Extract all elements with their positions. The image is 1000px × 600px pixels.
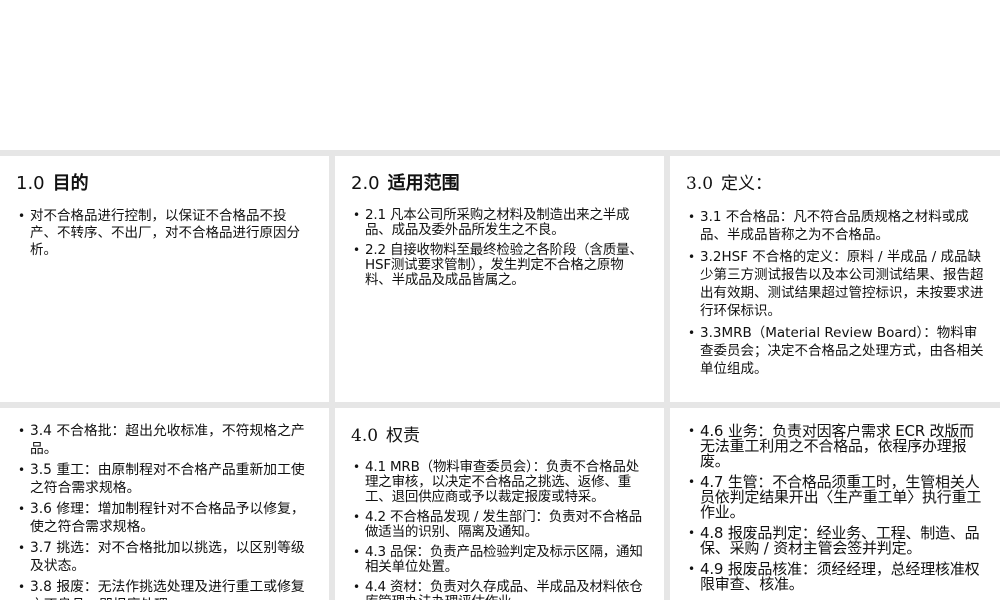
- list-item: 4.3 品保：负责产品检验判定及标示区隔，通知相关单位处置。: [351, 545, 648, 575]
- section-title: 适用范围: [387, 173, 460, 194]
- section-number: 4.0: [351, 426, 379, 446]
- section-purpose: 1.0 目的 对不合格品进行控制，以保证不合格品不投产、不转序、不出厂，对不合格品…: [0, 156, 329, 402]
- section-definitions: 3.0 定义： 3.1 不合格品：凡不符合品质规格之材料或成品、半成品皆称之为不合…: [670, 156, 1000, 402]
- bullet-list: 对不合格品进行控制，以保证不合格品不投产、不转序、不出厂，对不合格品进行原因分析…: [16, 208, 313, 259]
- list-item: 2.2 自接收物料至最终检验之各阶段（含质量、HSF测试要求管制），发生判定不合…: [351, 243, 648, 288]
- list-item: 4.4 资材：负责对久存成品、半成品及材料依仓库管理办法办理评估作业。: [351, 580, 648, 600]
- section-scope: 2.0 适用范围 2.1 凡本公司所采购之材料及制造出来之半成品、成品及委外品所发…: [335, 156, 664, 402]
- section-responsibilities-continued: 4.6 业务：负责对因客户需求 ECR 改版而无法重工利用之不合格品，依程序办理…: [670, 408, 1000, 600]
- bullet-list: 3.4 不合格批：超出允收标准，不符规格之产品。 3.5 重工：由原制程对不合格…: [16, 422, 313, 600]
- section-heading: 1.0 目的: [16, 170, 313, 198]
- slide-grid: 1.0 目的 对不合格品进行控制，以保证不合格品不投产、不转序、不出厂，对不合格品…: [0, 150, 1000, 600]
- list-item: 3.4 不合格批：超出允收标准，不符规格之产品。: [16, 422, 313, 458]
- bullet-list: 4.6 业务：负责对因客户需求 ECR 改版而无法重工利用之不合格品，依程序办理…: [686, 424, 984, 592]
- section-number: 3.0: [686, 174, 714, 194]
- section-number: 1.0: [16, 173, 45, 194]
- list-item: 3.3MRB（Material Review Board）：物料审查委员会；决定…: [686, 324, 984, 378]
- bullet-list: 2.1 凡本公司所采购之材料及制造出来之半成品、成品及委外品所发生之不良。 2.…: [351, 208, 648, 288]
- bullet-list: 3.1 不合格品：凡不符合品质规格之材料或成品、半成品皆称之为不合格品。 3.2…: [686, 208, 984, 378]
- section-title: 目的: [52, 173, 89, 194]
- section-title: 定义：: [721, 174, 773, 194]
- list-item: 3.5 重工：由原制程对不合格产品重新加工使之符合需求规格。: [16, 461, 313, 497]
- section-heading: 4.0 权责: [351, 422, 648, 450]
- list-item: 4.1 MRB（物料审查委员会）：负责不合格品处理之审核，以决定不合格品之挑选、…: [351, 460, 648, 505]
- list-item: 2.1 凡本公司所采购之材料及制造出来之半成品、成品及委外品所发生之不良。: [351, 208, 648, 238]
- list-item: 4.2 不合格品发现 / 发生部门：负责对不合格品做适当的识别、隔离及通知。: [351, 510, 648, 540]
- list-item: 4.9 报废品核准：须经经理，总经理核准权限审查、核准。: [686, 562, 984, 592]
- list-item: 4.7 生管：不合格品须重工时，生管相关人员依判定结果开出〈生产重工单〉执行重工…: [686, 475, 984, 520]
- section-heading: 2.0 适用范围: [351, 170, 648, 198]
- list-item: 4.8 报废品判定：经业务、工程、制造、品保、采购 / 资材主管会签并判定。: [686, 526, 984, 556]
- list-item: 对不合格品进行控制，以保证不合格品不投产、不转序、不出厂，对不合格品进行原因分析…: [16, 208, 313, 259]
- list-item: 3.6 修理：增加制程针对不合格品予以修复，使之符合需求规格。: [16, 500, 313, 536]
- list-item: 3.8 报废：无法作挑选处理及进行重工或修复之不良品，即报废处理。: [16, 578, 313, 600]
- section-number: 2.0: [351, 173, 380, 194]
- list-item: 3.1 不合格品：凡不符合品质规格之材料或成品、半成品皆称之为不合格品。: [686, 208, 984, 244]
- section-definitions-continued: 3.4 不合格批：超出允收标准，不符规格之产品。 3.5 重工：由原制程对不合格…: [0, 408, 329, 600]
- list-item: 3.7 挑选：对不合格批加以挑选，以区别等级及状态。: [16, 539, 313, 575]
- bullet-list: 4.1 MRB（物料审查委员会）：负责不合格品处理之审核，以决定不合格品之挑选、…: [351, 460, 648, 600]
- section-title: 权责: [386, 426, 421, 446]
- section-responsibilities: 4.0 权责 4.1 MRB（物料审查委员会）：负责不合格品处理之审核，以决定不合…: [335, 408, 664, 600]
- list-item: 3.2HSF 不合格的定义：原料 / 半成品 / 成品缺少第三方测试报告以及本公…: [686, 248, 984, 320]
- list-item: 4.6 业务：负责对因客户需求 ECR 改版而无法重工利用之不合格品，依程序办理…: [686, 424, 984, 469]
- section-heading: 3.0 定义：: [686, 170, 984, 198]
